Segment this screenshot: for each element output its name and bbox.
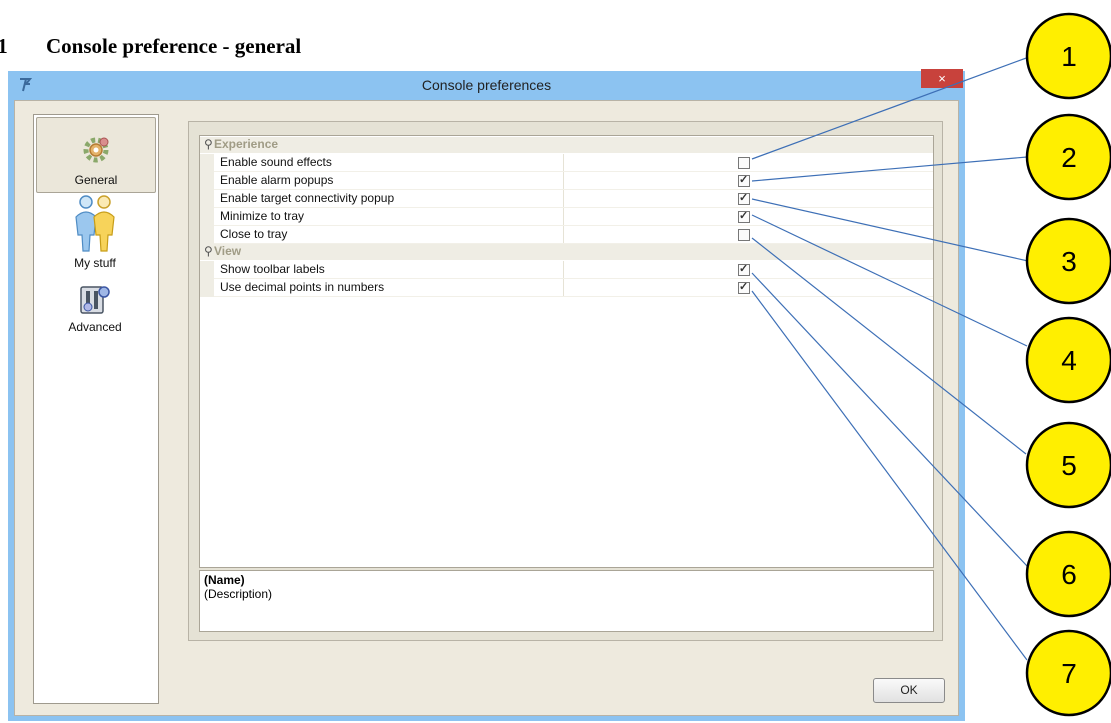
leader-lines [751,56,1030,661]
callout-2: 2 [1025,113,1111,201]
callout-5: 5 [1025,421,1111,509]
callout-3: 3 [1025,217,1111,305]
callout-number: 6 [1061,559,1077,590]
callout-number: 3 [1061,246,1077,277]
callout-number: 2 [1061,142,1077,173]
callout-bubbles: 1 2 3 4 5 6 7 [1025,12,1111,717]
callout-1: 1 [1025,12,1111,100]
leader-line-4 [751,214,1028,347]
leader-line-2 [751,156,1028,182]
leader-line-3 [751,198,1029,262]
callout-number: 1 [1061,41,1077,72]
leader-line-1 [751,56,1030,160]
callout-number: 4 [1061,345,1077,376]
leader-line-6 [751,272,1028,567]
callout-4: 4 [1025,316,1111,404]
callout-number: 7 [1061,658,1077,689]
callout-overlay: 1 2 3 4 5 6 7 [751,12,1111,717]
callout-6: 6 [1025,530,1111,618]
callout-number: 5 [1061,450,1077,481]
callout-7: 7 [1025,629,1111,717]
